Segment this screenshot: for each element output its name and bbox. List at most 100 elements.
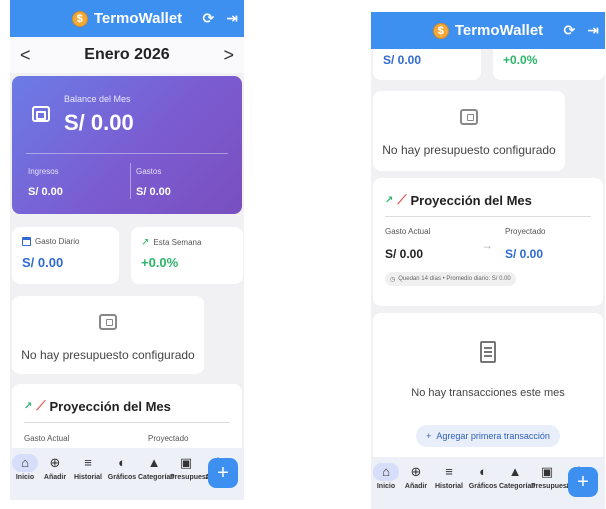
receipt-icon	[480, 341, 496, 363]
projected-value: S/ 0.00	[505, 247, 544, 261]
tab-inicio[interactable]: ⌂ Inicio	[10, 448, 40, 500]
wallet-icon: ▣	[179, 455, 193, 470]
balance-amount: S/ 0.00	[64, 110, 134, 135]
add-circle-icon: ⊕	[49, 455, 61, 470]
budget-card: No hay presupuesto configurado	[12, 296, 204, 374]
weekly-label: Esta Semana	[153, 238, 202, 247]
tab-historial[interactable]: ≡ Historial	[431, 457, 467, 509]
month-label: Enero 2026	[84, 46, 170, 63]
income-label: Ingresos	[28, 167, 59, 176]
budget-empty-text: No hay presupuesto configurado	[382, 143, 556, 157]
prev-month-button[interactable]: <	[20, 45, 31, 66]
home-icon: ⌂	[373, 463, 399, 481]
refresh-icon[interactable]: ⟳	[203, 10, 215, 27]
add-fab-button[interactable]: +	[208, 458, 238, 488]
trending-up-icon: ↗	[141, 237, 150, 248]
daily-expense-card: Gasto Diario S/ 0.00	[12, 227, 119, 284]
add-circle-icon: ⊕	[410, 464, 422, 479]
tab-label: Categorías	[499, 483, 536, 490]
logout-icon[interactable]: ⇥	[226, 10, 238, 27]
tab-label: Inicio	[15, 474, 35, 481]
projection-card: ↗ ⟋ Proyección del Mes Gasto Actual Proyec…	[12, 384, 242, 454]
tab-categorias[interactable]: ▲ Categorías	[499, 457, 536, 509]
tab-label: Historial	[73, 474, 102, 481]
logout-icon[interactable]: ⇥	[587, 22, 599, 39]
tab-graficos[interactable]: ◐ Gráficos	[106, 448, 138, 500]
trending-up-icon: ↗	[385, 194, 394, 206]
tab-presupuesto[interactable]: ▣ Presupuesto	[531, 457, 574, 509]
wallet-icon	[99, 314, 117, 330]
current-expense-value: S/ 0.00	[385, 247, 424, 261]
pie-chart-icon: ◐	[479, 464, 487, 479]
month-selector: < Enero 2026 >	[10, 37, 244, 73]
tab-label: Historial	[434, 483, 463, 490]
wallet-icon	[460, 109, 478, 125]
app-title: TermoWallet	[454, 22, 544, 39]
plus-icon: +	[426, 431, 432, 441]
tab-label: Presupuesto	[170, 474, 213, 481]
calendar-icon	[22, 237, 31, 246]
chart-line-icon: ⟋	[397, 192, 407, 207]
add-first-transaction-button[interactable]: + Agregar primera transacción	[416, 425, 560, 447]
projected-label: Proyectado	[505, 227, 546, 236]
list-icon: ≡	[445, 464, 453, 479]
divider	[24, 422, 230, 423]
income-value: S/ 0.00	[28, 186, 63, 198]
app-bar: $ TermoWallet ⟳ ⇥	[371, 12, 605, 49]
tab-label: Gráficos	[468, 483, 498, 490]
tab-inicio[interactable]: ⌂ Inicio	[371, 457, 401, 509]
wallet-icon	[32, 106, 50, 122]
chart-line-icon: ⟋	[36, 398, 46, 413]
expense-value: S/ 0.00	[136, 186, 171, 198]
next-month-button[interactable]: >	[223, 45, 234, 66]
tab-label: Añadir	[43, 474, 67, 481]
balance-card: Balance del Mes S/ 0.00 Ingresos S/ 0.00…	[12, 76, 242, 214]
projection-title: Proyección del Mes	[410, 192, 532, 208]
category-icon: ▲	[147, 455, 161, 470]
tab-historial[interactable]: ≡ Historial	[70, 448, 106, 500]
coin-logo-icon: $	[71, 10, 88, 27]
clock-icon: ◷	[390, 276, 396, 283]
tab-label: Inicio	[376, 483, 396, 490]
weekly-value: +0.0%	[141, 255, 179, 270]
weekly-value: +0.0%	[503, 53, 538, 67]
add-first-transaction-label: Agregar primera transacción	[436, 431, 550, 441]
wallet-icon: ▣	[540, 464, 554, 479]
daily-expense-value: S/ 0.00	[383, 53, 422, 67]
divider	[26, 153, 228, 154]
transactions-empty-text: No hay transacciones este mes	[411, 387, 565, 399]
tab-graficos[interactable]: ◐ Gráficos	[467, 457, 499, 509]
tab-label: Gráficos	[107, 474, 137, 481]
daily-expense-value: S/ 0.00	[22, 255, 64, 270]
category-icon: ▲	[508, 464, 522, 479]
tab-categorias[interactable]: ▲ Categorías	[138, 448, 175, 500]
coin-logo-icon: $	[432, 22, 449, 39]
transactions-card: No hay transacciones este mes + Agregar p…	[373, 313, 603, 463]
budget-empty-text: No hay presupuesto configurado	[21, 348, 195, 362]
right-screen: $ TermoWallet ⟳ ⇥ S/ 0.00 +0.0% No hay p…	[371, 12, 605, 509]
refresh-icon[interactable]: ⟳	[564, 22, 576, 39]
projection-title: Proyección del Mes	[49, 398, 171, 414]
projection-note: ◷ Quedan 14 días • Promedio diario: S/ 0.…	[385, 272, 516, 286]
tab-presupuesto[interactable]: ▣ Presupuesto	[170, 448, 213, 500]
home-icon: ⌂	[12, 454, 38, 472]
tab-label: Categorías	[138, 474, 175, 481]
projection-note-text: Quedan 14 días • Promedio diario: S/ 0.0…	[398, 276, 511, 282]
tab-label: Presupuesto	[531, 483, 574, 490]
projected-label: Proyectado	[148, 434, 189, 443]
current-expense-label: Gasto Actual	[24, 434, 70, 443]
trending-up-icon: ↗	[24, 400, 33, 412]
current-expense-label: Gasto Actual	[385, 227, 431, 236]
weekly-change-card: ↗ Esta Semana +0.0%	[131, 227, 243, 284]
pie-chart-icon: ◐	[118, 455, 126, 470]
app-title: TermoWallet	[93, 10, 183, 27]
arrow-right-icon: →	[481, 238, 493, 252]
list-icon: ≡	[84, 455, 92, 470]
tab-anadir[interactable]: ⊕ Añadir	[40, 448, 70, 500]
add-fab-button[interactable]: +	[568, 467, 598, 497]
tab-anadir[interactable]: ⊕ Añadir	[401, 457, 431, 509]
tab-label: Añadir	[404, 483, 428, 490]
divider	[130, 163, 131, 199]
divider	[385, 216, 591, 217]
projection-card: ↗ ⟋ Proyección del Mes Gasto Actual S/ 0.0…	[373, 178, 603, 306]
